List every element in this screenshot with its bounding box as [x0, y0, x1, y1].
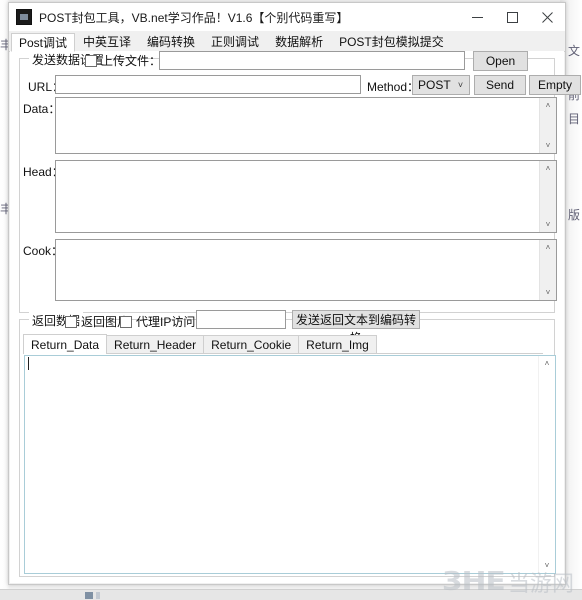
scroll-up-icon[interactable]: ˄ — [539, 356, 555, 371]
taskbar-button-1[interactable] — [85, 592, 93, 599]
send-return-text-to-encode-button[interactable]: 发送返回文本到编码转换 — [292, 310, 420, 345]
scroll-up-icon[interactable]: ˄ — [540, 161, 556, 176]
open-button[interactable]: Open — [473, 51, 528, 71]
send-button[interactable]: Send — [474, 75, 526, 95]
head-textarea[interactable]: ˄ ˅ — [55, 160, 557, 233]
head-scrollbar[interactable]: ˄ ˅ — [539, 161, 556, 232]
method-value: POST — [418, 78, 451, 92]
upload-file-checkbox-box[interactable] — [85, 54, 97, 67]
close-icon — [542, 11, 553, 23]
scroll-up-icon[interactable]: ˄ — [540, 98, 556, 113]
upload-file-path-input[interactable] — [159, 51, 465, 70]
minimize-icon — [472, 16, 483, 18]
cook-scrollbar[interactable]: ˄ ˅ — [539, 240, 556, 300]
url-input[interactable] — [55, 75, 361, 94]
app-icon — [16, 9, 32, 25]
scroll-up-icon[interactable]: ˄ — [540, 240, 556, 255]
return-tab-strip: Return_Data Return_Header Return_Cookie … — [23, 334, 377, 354]
data-textarea[interactable]: ˄ ˅ — [55, 97, 557, 154]
upload-file-label: 上传文件： — [101, 54, 162, 68]
minimize-button[interactable] — [460, 3, 495, 31]
text-caret — [28, 357, 29, 370]
return-data-scrollbar[interactable]: ˄ ˅ — [538, 356, 555, 573]
data-textarea-content[interactable] — [56, 98, 539, 153]
proxy-ip-checkbox-box[interactable] — [120, 315, 132, 328]
window-controls — [460, 3, 565, 31]
background-glyph-right-4: 版 — [567, 208, 580, 222]
tab-data-parse[interactable]: 数据解析 — [267, 32, 332, 51]
main-tab-strip: Post调试 中英互译 编码转换 正则调试 数据解析 POST封包模拟提交 — [9, 31, 565, 52]
scroll-down-icon[interactable]: ˅ — [540, 138, 556, 153]
return-tab-img[interactable]: Return_Img — [298, 335, 377, 354]
chevron-down-icon: ˅ — [457, 80, 464, 90]
scroll-down-icon[interactable]: ˅ — [539, 558, 555, 573]
background-glyph-right-3: 目 — [567, 112, 580, 126]
empty-button[interactable]: Empty — [529, 75, 581, 95]
cook-textarea-content[interactable] — [56, 240, 539, 300]
maximize-icon — [507, 11, 518, 23]
proxy-ip-checkbox[interactable]: 代理IP访问： — [120, 313, 207, 330]
app-window: POST封包工具，VB.net学习作品！V1.6【个别代码重写】 Post调试 … — [8, 2, 581, 585]
return-tab-header[interactable]: Return_Header — [106, 335, 205, 354]
head-textarea-content[interactable] — [56, 161, 539, 232]
tab-post-simulate[interactable]: POST封包模拟提交 — [331, 32, 452, 51]
tab-encoding-convert[interactable]: 编码转换 — [139, 32, 204, 51]
return-tab-cookie[interactable]: Return_Cookie — [203, 335, 300, 354]
tab-regex-debug[interactable]: 正则调试 — [203, 32, 268, 51]
tab-post-debug[interactable]: Post调试 — [11, 33, 76, 52]
data-scrollbar[interactable]: ˄ ˅ — [539, 98, 556, 153]
title-bar[interactable]: POST封包工具，VB.net学习作品！V1.6【个别代码重写】 — [9, 3, 565, 31]
scroll-down-icon[interactable]: ˅ — [540, 217, 556, 232]
return-data-textarea[interactable]: ˄ ˅ — [24, 355, 556, 574]
scroll-down-icon[interactable]: ˅ — [540, 285, 556, 300]
background-glyph-right-1: 文 — [567, 44, 580, 58]
tab-translate[interactable]: 中英互译 — [75, 32, 140, 51]
close-button[interactable] — [530, 3, 565, 31]
return-img-checkbox-box[interactable] — [65, 315, 77, 328]
proxy-ip-input[interactable] — [196, 310, 286, 329]
cook-textarea[interactable]: ˄ ˅ — [55, 239, 557, 301]
window-title: POST封包工具，VB.net学习作品！V1.6【个别代码重写】 — [39, 10, 349, 25]
taskbar-button-2[interactable] — [96, 592, 100, 599]
post-debug-panel: 发送数据设置 上传文件： Open URL： Method： POST ˅ Se… — [10, 51, 581, 583]
return-tab-data[interactable]: Return_Data — [23, 334, 108, 354]
screen: 丰 丰 文 前 目 版 POST封包工具，VB.net学习作品！V1.6【个别代… — [0, 0, 582, 600]
return-data-textarea-content[interactable] — [25, 356, 538, 573]
method-select[interactable]: POST ˅ — [412, 75, 470, 95]
maximize-button[interactable] — [495, 3, 530, 31]
upload-file-checkbox[interactable]: 上传文件： — [85, 52, 161, 69]
